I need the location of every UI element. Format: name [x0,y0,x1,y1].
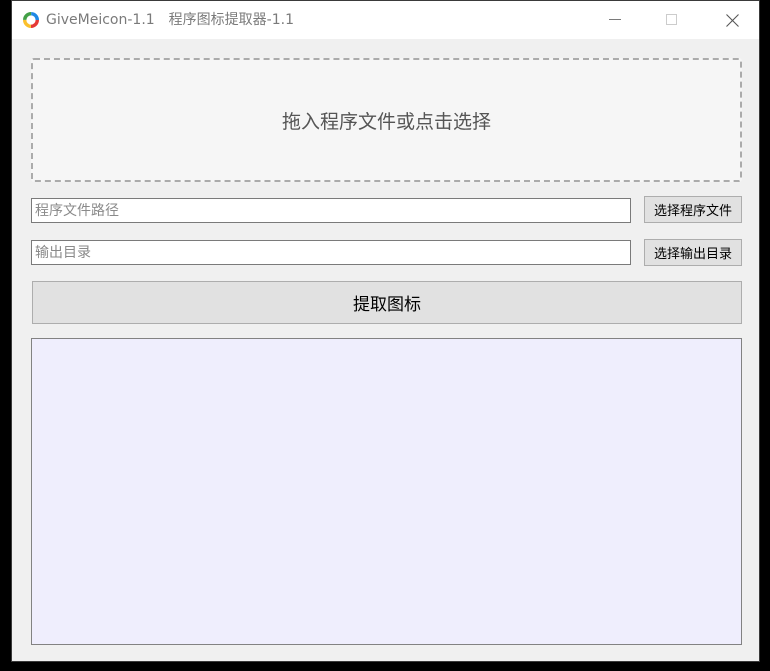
file-drop-zone[interactable]: 拖入程序文件或点击选择 [31,58,742,182]
minimize-button[interactable] [592,1,638,39]
maximize-icon [666,14,677,25]
app-window: GiveMeicon-1.1 程序图标提取器-1.1 拖入程序文件或点击选择 选择… [11,0,760,662]
select-program-file-button[interactable]: 选择程序文件 [644,196,742,223]
title-bar[interactable]: GiveMeicon-1.1 程序图标提取器-1.1 [12,1,759,39]
icon-output-panel[interactable] [31,338,742,645]
output-directory-input[interactable] [31,240,631,265]
program-file-path-input[interactable] [31,198,631,223]
maximize-button[interactable] [649,1,695,39]
drop-zone-label: 拖入程序文件或点击选择 [281,110,491,133]
minimize-icon [609,19,621,20]
app-name: GiveMeicon-1.1 [46,12,155,28]
window-title: GiveMeicon-1.1 程序图标提取器-1.1 [46,10,294,30]
close-button[interactable] [709,1,755,39]
app-ring-icon [22,11,40,29]
extract-icon-button[interactable]: 提取图标 [32,281,742,324]
select-output-directory-button[interactable]: 选择输出目录 [644,239,742,266]
app-subtitle: 程序图标提取器-1.1 [168,12,294,28]
close-icon [726,14,739,27]
